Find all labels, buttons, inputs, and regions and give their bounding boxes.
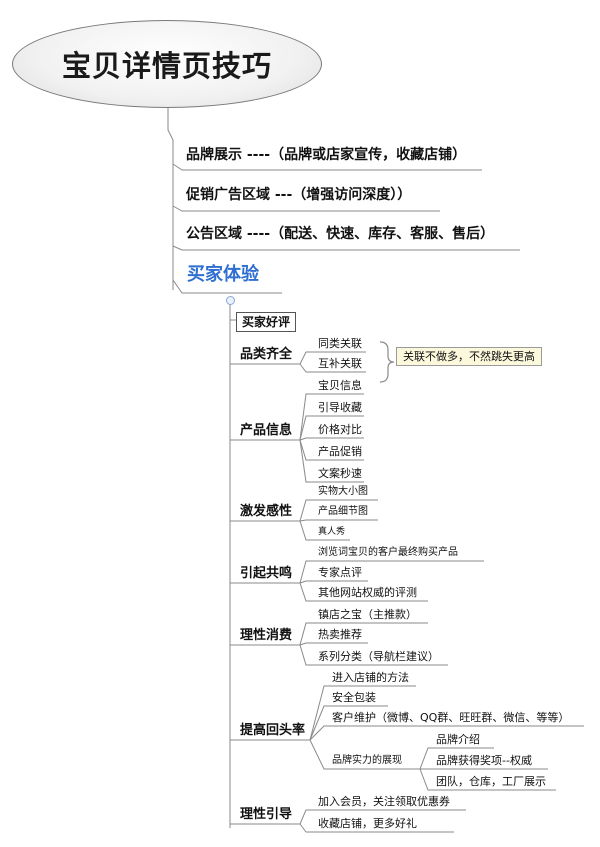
central-topic-label: 宝贝详情页技巧 — [61, 49, 272, 83]
leaf-item[interactable]: 品牌实力的展现 — [332, 756, 402, 766]
leaf-item[interactable]: 产品细节图 — [318, 507, 368, 517]
leaf-item[interactable]: 产品促销 — [318, 446, 362, 457]
leaf-item[interactable]: 进入店铺的方法 — [332, 672, 409, 683]
category-rational-spending[interactable]: 理性消费 — [240, 629, 292, 642]
leaf-item[interactable]: 收藏店铺，更多好礼 — [318, 818, 417, 829]
leaf-branch-4 — [299, 580, 368, 584]
leaf-item[interactable]: 其他网站权威的评测 — [318, 587, 417, 598]
topic-brand-display[interactable]: 品牌展示 ----（品牌或店家宣传，收藏店铺） — [186, 148, 466, 162]
leaf-item[interactable]: 价格对比 — [318, 424, 362, 435]
root-connector — [167, 104, 174, 290]
leaf-item[interactable]: 镇店之宝（主推款） — [318, 609, 417, 620]
good-review-node[interactable]: 买家好评 — [236, 312, 297, 332]
category-variety[interactable]: 品类齐全 — [240, 348, 292, 361]
leaf-item[interactable]: 互补关联 — [318, 358, 362, 369]
category-emotion[interactable]: 激发感性 — [240, 505, 292, 518]
category-rational-guidance[interactable]: 理性引导 — [240, 808, 292, 821]
sub-leaf-item[interactable]: 品牌获得奖项--权威 — [436, 755, 532, 766]
leaf-item[interactable]: 客户维护（微博、QQ群、旺旺群、微信、等等） — [332, 712, 569, 723]
leaf-item[interactable]: 系列分类（导航栏建议） — [318, 651, 439, 662]
leaf-item[interactable]: 真人秀 — [318, 528, 345, 537]
mind-map: 宝贝详情页技巧 品牌展示 ----（品牌或店家宣传，收藏店铺） 促销广告区域 -… — [0, 0, 600, 847]
branch-line-2 — [172, 205, 440, 212]
leaf-item[interactable]: 同类关联 — [318, 338, 362, 349]
topic-buyer-experience[interactable]: 买家体验 — [187, 266, 259, 284]
leaf-item[interactable]: 专家点评 — [318, 567, 362, 578]
leaf-branch-3 — [299, 519, 378, 522]
leaf-item[interactable]: 安全包装 — [332, 692, 376, 703]
leaf-branch-5 — [299, 642, 368, 646]
category-product-info[interactable]: 产品信息 — [240, 424, 292, 437]
note-brace — [379, 341, 395, 383]
leaf-item[interactable]: 引导收藏 — [318, 402, 362, 413]
category-resonance[interactable]: 引起共鸣 — [240, 567, 292, 580]
sub-leaf-item[interactable]: 团队，仓库，工厂展示 — [436, 776, 546, 787]
leaf-item[interactable]: 宝贝信息 — [318, 380, 362, 391]
leaf-item[interactable]: 浏览词宝贝的客户最终购买产品 — [318, 548, 458, 558]
leaf-item[interactable]: 实物大小图 — [318, 487, 368, 497]
branch-line-1 — [172, 163, 482, 171]
topic-notice-area[interactable]: 公告区域 ----（配送、快速、库存、客服、售后） — [186, 227, 494, 241]
collapse-toggle-icon[interactable] — [226, 296, 235, 305]
central-topic[interactable]: 宝贝详情页技巧 — [12, 20, 322, 108]
callout-note: 关联不做多，不然跳失更高 — [396, 347, 542, 366]
leaf-item[interactable]: 热卖推荐 — [318, 629, 362, 640]
branch-line-3 — [172, 245, 520, 251]
sub-leaf-item[interactable]: 品牌介绍 — [436, 734, 480, 745]
leaf-item[interactable]: 加入会员，关注领取优惠券 — [318, 796, 450, 807]
topic-promo-area[interactable]: 促销广告区域 ---（增强访问深度）） — [186, 188, 411, 202]
leaf-item[interactable]: 文案秒速 — [318, 468, 362, 479]
category-return-rate[interactable]: 提高回头率 — [240, 724, 305, 737]
leaf-branch-2 — [299, 437, 364, 441]
